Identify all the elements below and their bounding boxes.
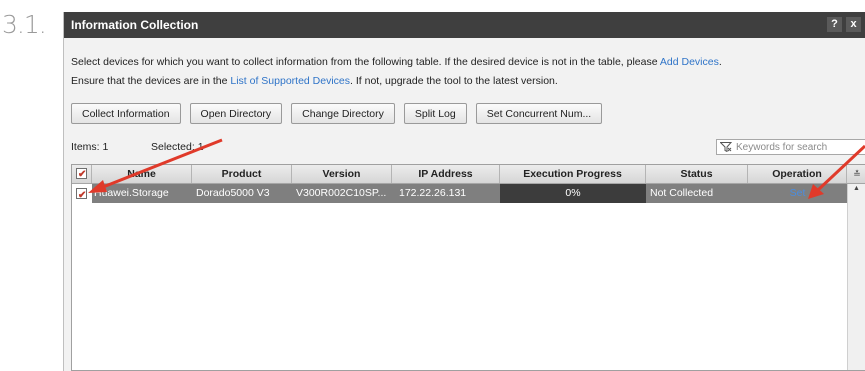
add-devices-link[interactable]: Add Devices (660, 56, 719, 68)
column-header-name[interactable]: Name (92, 165, 192, 183)
toolbar: Collect Information Open Directory Chang… (71, 103, 603, 124)
row-checkbox[interactable]: ✔ (76, 188, 87, 201)
instruction-line-1: Select devices for which you want to col… (71, 56, 722, 68)
selected-count: Selected: 1 (151, 141, 204, 153)
cell-product: Dorado5000 V3 (196, 187, 270, 199)
cell-execution-progress: 0% (500, 184, 646, 203)
column-menu-icon[interactable]: ≛ (847, 165, 865, 183)
cell-version: V300R002C10SP... (296, 187, 387, 199)
table-header: ✔ Name Product Version IP Address Execut… (72, 165, 865, 184)
items-count: Items: 1 (71, 141, 109, 153)
scroll-up-icon[interactable]: ▲ (853, 185, 860, 192)
open-directory-button[interactable]: Open Directory (189, 103, 283, 124)
check-icon: ✔ (78, 190, 87, 201)
supported-devices-link[interactable]: List of Supported Devices (230, 75, 350, 87)
column-header-status[interactable]: Status (646, 165, 748, 183)
step-number: 3.1. (2, 10, 47, 39)
change-directory-button[interactable]: Change Directory (291, 103, 395, 124)
table-row[interactable]: ✔ Huawei.Storage Dorado5000 V3 V300R002C… (72, 184, 847, 203)
dialog-titlebar: Information Collection ? x (64, 12, 865, 38)
column-header-product[interactable]: Product (192, 165, 292, 183)
column-header-execution-progress[interactable]: Execution Progress (500, 165, 646, 183)
column-header-operation[interactable]: Operation (748, 165, 847, 183)
vertical-scrollbar[interactable]: ▲ (847, 184, 865, 370)
cell-ip-address: 172.22.26.131 (399, 187, 467, 199)
device-table: ✔ Name Product Version IP Address Execut… (71, 164, 865, 371)
cell-status: Not Collected (650, 187, 714, 199)
search-box[interactable] (716, 139, 865, 155)
dialog-title: Information Collection (71, 18, 199, 32)
select-all-checkbox[interactable]: ✔ (76, 168, 87, 180)
row-checkbox-cell: ✔ (72, 184, 92, 203)
instruction-text-1: Select devices for which you want to col… (71, 56, 660, 68)
search-input[interactable] (732, 141, 856, 153)
information-collection-dialog: Information Collection ? x Select device… (63, 12, 865, 371)
split-log-button[interactable]: Split Log (403, 103, 467, 124)
cell-name: Huawei.Storage (94, 187, 169, 199)
column-header-version[interactable]: Version (292, 165, 392, 183)
select-all-cell: ✔ (72, 165, 92, 183)
close-button[interactable]: x (846, 17, 861, 32)
filter-icon (720, 142, 732, 152)
column-header-ip-address[interactable]: IP Address (392, 165, 500, 183)
collect-information-button[interactable]: Collect Information (71, 103, 181, 124)
check-icon: ✔ (78, 169, 87, 180)
instruction-line-2: Ensure that the devices are in the List … (71, 75, 558, 87)
set-link[interactable]: Set (748, 184, 847, 203)
instruction-text-2: Ensure that the devices are in the (71, 75, 231, 87)
instruction-end-1: . (718, 56, 722, 68)
instruction-end-2: . If not, upgrade the tool to the latest… (350, 75, 558, 87)
help-button[interactable]: ? (827, 17, 842, 32)
set-concurrent-num-button[interactable]: Set Concurrent Num... (475, 103, 603, 124)
